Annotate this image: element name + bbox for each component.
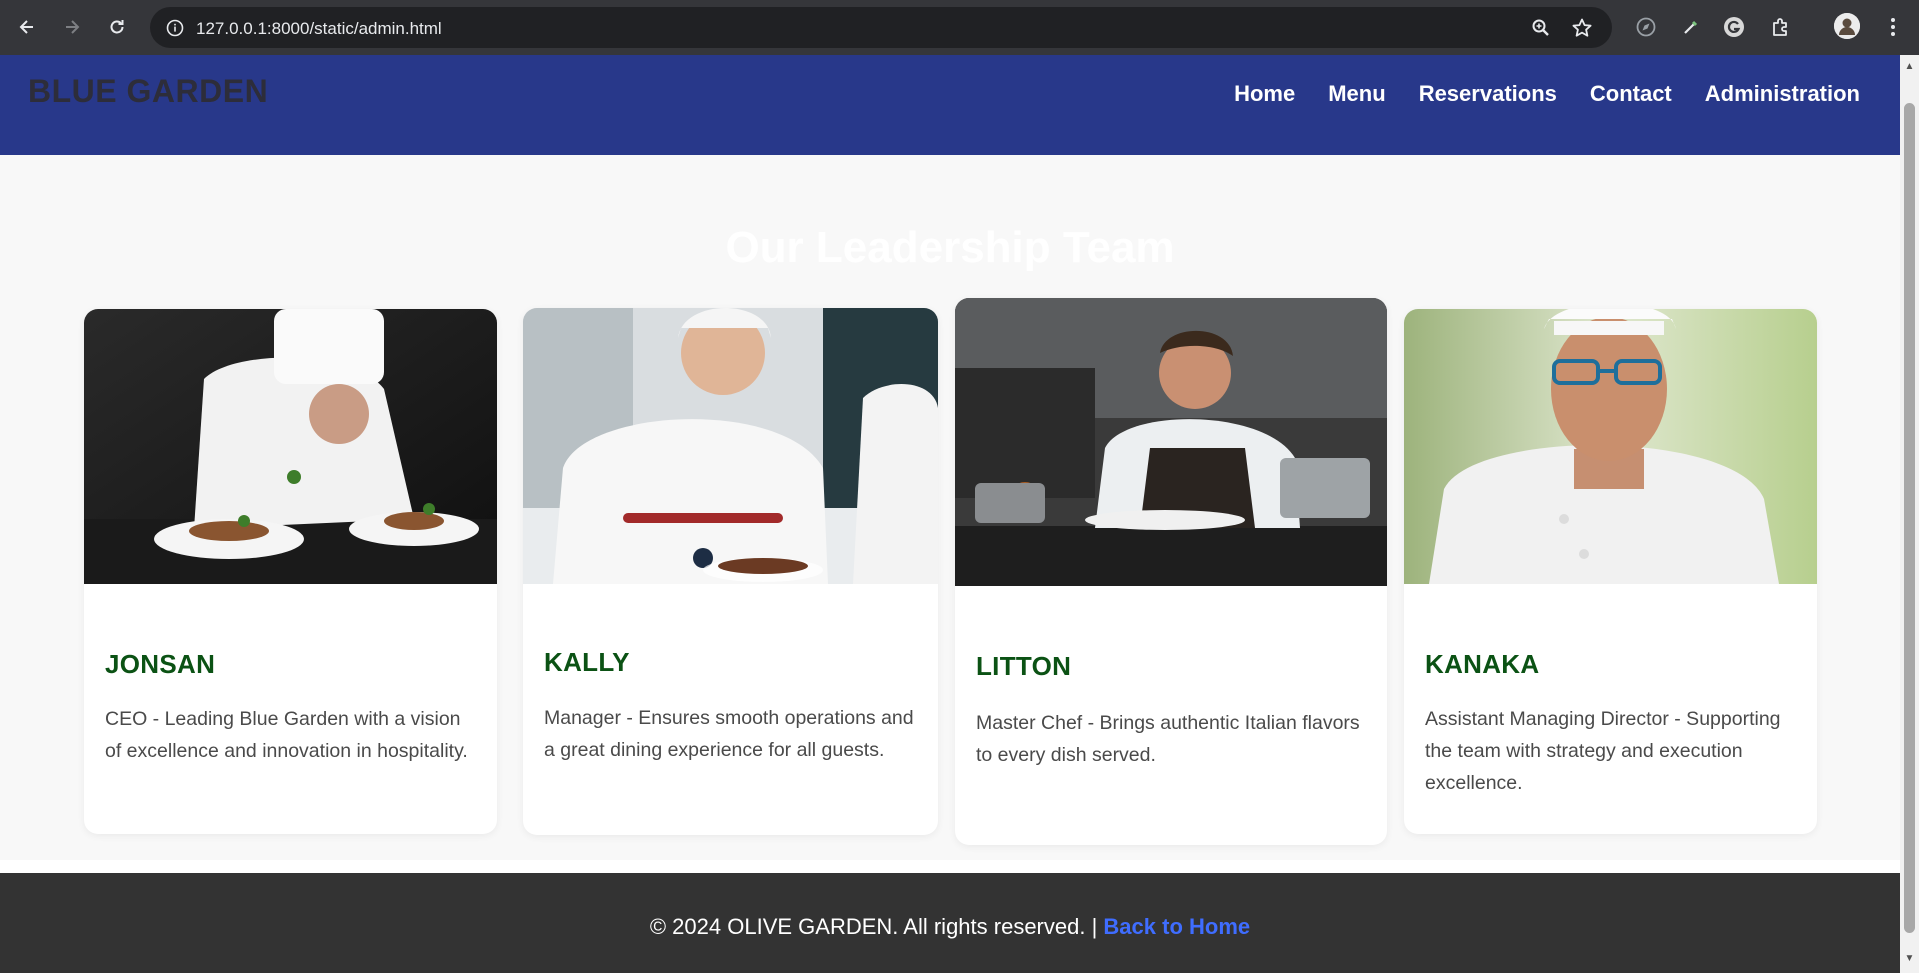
zoom-icon[interactable] [1528, 15, 1554, 41]
page-scrollbar[interactable]: ▲ ▼ [1900, 55, 1919, 973]
profile-avatar-icon[interactable] [1834, 13, 1860, 39]
nav-menu[interactable]: Menu [1328, 81, 1385, 107]
scroll-up-icon[interactable]: ▲ [1904, 61, 1915, 72]
member-role: CEO - Leading Blue Garden with a vision … [105, 708, 468, 762]
address-bar[interactable]: 127.0.0.1:8000/static/admin.html [150, 7, 1612, 48]
nav-home[interactable]: Home [1234, 81, 1295, 107]
member-role: Master Chef - Brings authentic Italian f… [976, 712, 1360, 766]
section-title: Our Leadership Team [725, 223, 1175, 272]
extensions-puzzle-icon[interactable] [1766, 12, 1796, 42]
member-name: KALLY [544, 647, 630, 677]
member-name: KANAKA [1425, 649, 1540, 679]
chef-photo-jonsan [84, 309, 497, 584]
chef-photo-litton [955, 298, 1387, 586]
member-name: JONSAN [105, 649, 216, 679]
footer-text: © 2024 OLIVE GARDEN. All rights reserved… [0, 914, 1900, 940]
member-role: Assistant Managing Director - Supporting… [1425, 708, 1781, 794]
grammarly-extension-icon[interactable] [1719, 12, 1749, 42]
star-icon[interactable] [1569, 15, 1595, 41]
team-card-kally: KALLY Manager - Ensures smooth operation… [523, 308, 938, 835]
site-info-icon[interactable] [162, 15, 188, 41]
url-text[interactable]: 127.0.0.1:8000/static/admin.html [196, 19, 442, 39]
team-card-litton: LITTON Master Chef - Brings authentic It… [955, 298, 1387, 845]
scroll-down-icon[interactable]: ▼ [1904, 953, 1915, 964]
site-footer: © 2024 OLIVE GARDEN. All rights reserved… [0, 873, 1900, 973]
copyright-text: © 2024 OLIVE GARDEN. All rights reserved… [649, 914, 1104, 939]
scroll-thumb[interactable] [1904, 103, 1915, 933]
browser-toolbar: 127.0.0.1:8000/static/admin.html [0, 0, 1919, 55]
back-to-home-link[interactable]: Back to Home [1103, 914, 1250, 939]
main-nav: Home Menu Reservations Contact Administr… [1234, 81, 1860, 107]
member-role: Manager - Ensures smooth operations and … [544, 707, 914, 761]
leadership-section: Our Leadership Team JONSAN CEO - Leading… [0, 155, 1900, 860]
site-header: BLUE GARDEN Home Menu Reservations Conta… [0, 55, 1900, 155]
forward-icon[interactable] [56, 11, 88, 43]
back-icon[interactable] [11, 11, 43, 43]
reload-icon[interactable] [101, 11, 133, 43]
nav-administration[interactable]: Administration [1705, 81, 1860, 107]
more-menu-icon[interactable] [1878, 12, 1908, 42]
section-divider [0, 860, 1900, 873]
compass-extension-icon[interactable] [1631, 12, 1661, 42]
team-card-kanaka: KANAKA Assistant Managing Director - Sup… [1404, 309, 1817, 834]
brand-logo[interactable]: BLUE GARDEN [28, 73, 268, 110]
team-card-jonsan: JONSAN CEO - Leading Blue Garden with a … [84, 309, 497, 834]
eyedropper-extension-icon[interactable] [1676, 12, 1706, 42]
chef-photo-kally [523, 308, 938, 584]
chef-photo-kanaka [1404, 309, 1817, 584]
nav-contact[interactable]: Contact [1590, 81, 1672, 107]
nav-reservations[interactable]: Reservations [1419, 81, 1557, 107]
member-name: LITTON [976, 651, 1072, 681]
